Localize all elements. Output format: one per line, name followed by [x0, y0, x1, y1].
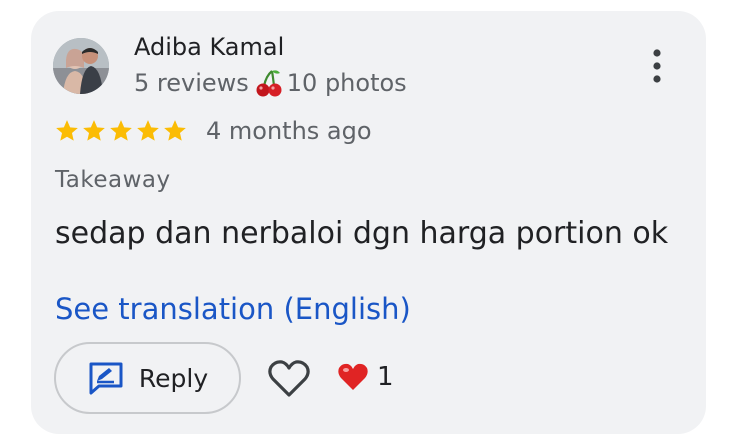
star-icon — [164, 120, 186, 141]
see-translation-link[interactable]: See translation (English) — [55, 292, 411, 326]
review-card: Adiba Kamal 5 reviews 10 photos 4 months… — [31, 11, 706, 434]
review-date: 4 months ago — [206, 117, 372, 145]
review-text: sedap dan nerbaloi dgn harga portion ok — [55, 216, 669, 251]
author-stats: 5 reviews 10 photos — [134, 68, 407, 98]
star-rating — [54, 118, 189, 144]
reply-label: Reply — [138, 363, 209, 393]
avatar[interactable] — [53, 38, 109, 94]
heart-outline-icon[interactable] — [267, 359, 311, 399]
star-icon — [110, 120, 132, 141]
reply-button[interactable]: Reply — [54, 342, 241, 414]
service-type: Takeaway — [55, 167, 171, 193]
more-options-icon[interactable] — [645, 46, 669, 86]
cherry-icon — [255, 68, 283, 98]
star-icon — [137, 120, 159, 141]
rating-row: 4 months ago — [54, 115, 372, 147]
reaction-count: 1 — [377, 362, 394, 392]
reply-icon — [89, 362, 123, 395]
reviews-count: 5 reviews — [134, 69, 249, 97]
author-name[interactable]: Adiba Kamal — [134, 33, 284, 61]
reaction-summary: 1 — [337, 362, 394, 392]
star-icon — [83, 120, 105, 141]
red-heart-icon — [338, 363, 368, 390]
photos-count: 10 photos — [286, 69, 407, 97]
star-icon — [56, 120, 78, 141]
